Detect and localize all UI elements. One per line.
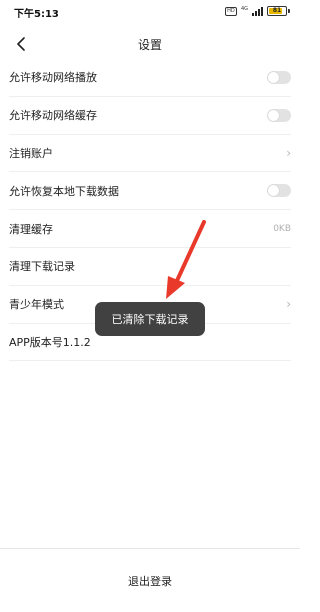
- settings-row-label: 青少年模式: [9, 298, 64, 312]
- battery-level-text: 81: [272, 7, 282, 14]
- page-title: 设置: [137, 38, 162, 52]
- toast-message: 已清除下载记录: [95, 302, 205, 336]
- battery-icon: 81: [267, 6, 290, 16]
- toggle-switch[interactable]: [267, 184, 291, 198]
- sim-icon: HD: [224, 6, 237, 16]
- network-type-label: 4G: [240, 5, 248, 12]
- toggle-switch[interactable]: [267, 108, 291, 122]
- settings-row-label: 清理下载记录: [9, 260, 75, 274]
- toggle-switch[interactable]: [267, 70, 291, 84]
- settings-row[interactable]: 注销账户 ›: [9, 135, 291, 173]
- settings-row-label: 允许移动网络缓存: [9, 109, 97, 123]
- nav-bar: 设置: [0, 26, 300, 62]
- settings-row[interactable]: 允许移动网络缓存: [9, 97, 291, 135]
- settings-row-label: 允许恢复本地下载数据: [9, 184, 119, 198]
- chevron-right-icon: ›: [286, 297, 291, 312]
- settings-row[interactable]: 允许移动网络播放: [9, 59, 291, 97]
- logout-button[interactable]: 退出登录: [0, 549, 300, 612]
- settings-row-value: 0KB: [273, 223, 291, 234]
- settings-row-label: 清理缓存: [9, 222, 53, 236]
- status-bar: 下午5:13 HD 4G 81: [0, 0, 300, 26]
- toggle-knob: [268, 71, 279, 83]
- settings-row[interactable]: 清理缓存 0KB: [9, 210, 291, 248]
- chevron-right-icon: ›: [286, 145, 291, 160]
- settings-row-label: APP版本号1.1.2: [9, 335, 91, 349]
- settings-row[interactable]: 清理下载记录: [9, 248, 291, 286]
- settings-row-label: 注销账户: [9, 146, 53, 160]
- settings-row-label: 允许移动网络播放: [9, 71, 97, 85]
- status-time: 下午5:13: [14, 9, 59, 20]
- toggle-knob: [268, 109, 279, 121]
- status-icons: HD 4G 81: [224, 5, 290, 16]
- settings-row[interactable]: 允许恢复本地下载数据: [9, 172, 291, 211]
- signal-icon: [252, 6, 263, 16]
- toggle-knob: [268, 185, 279, 197]
